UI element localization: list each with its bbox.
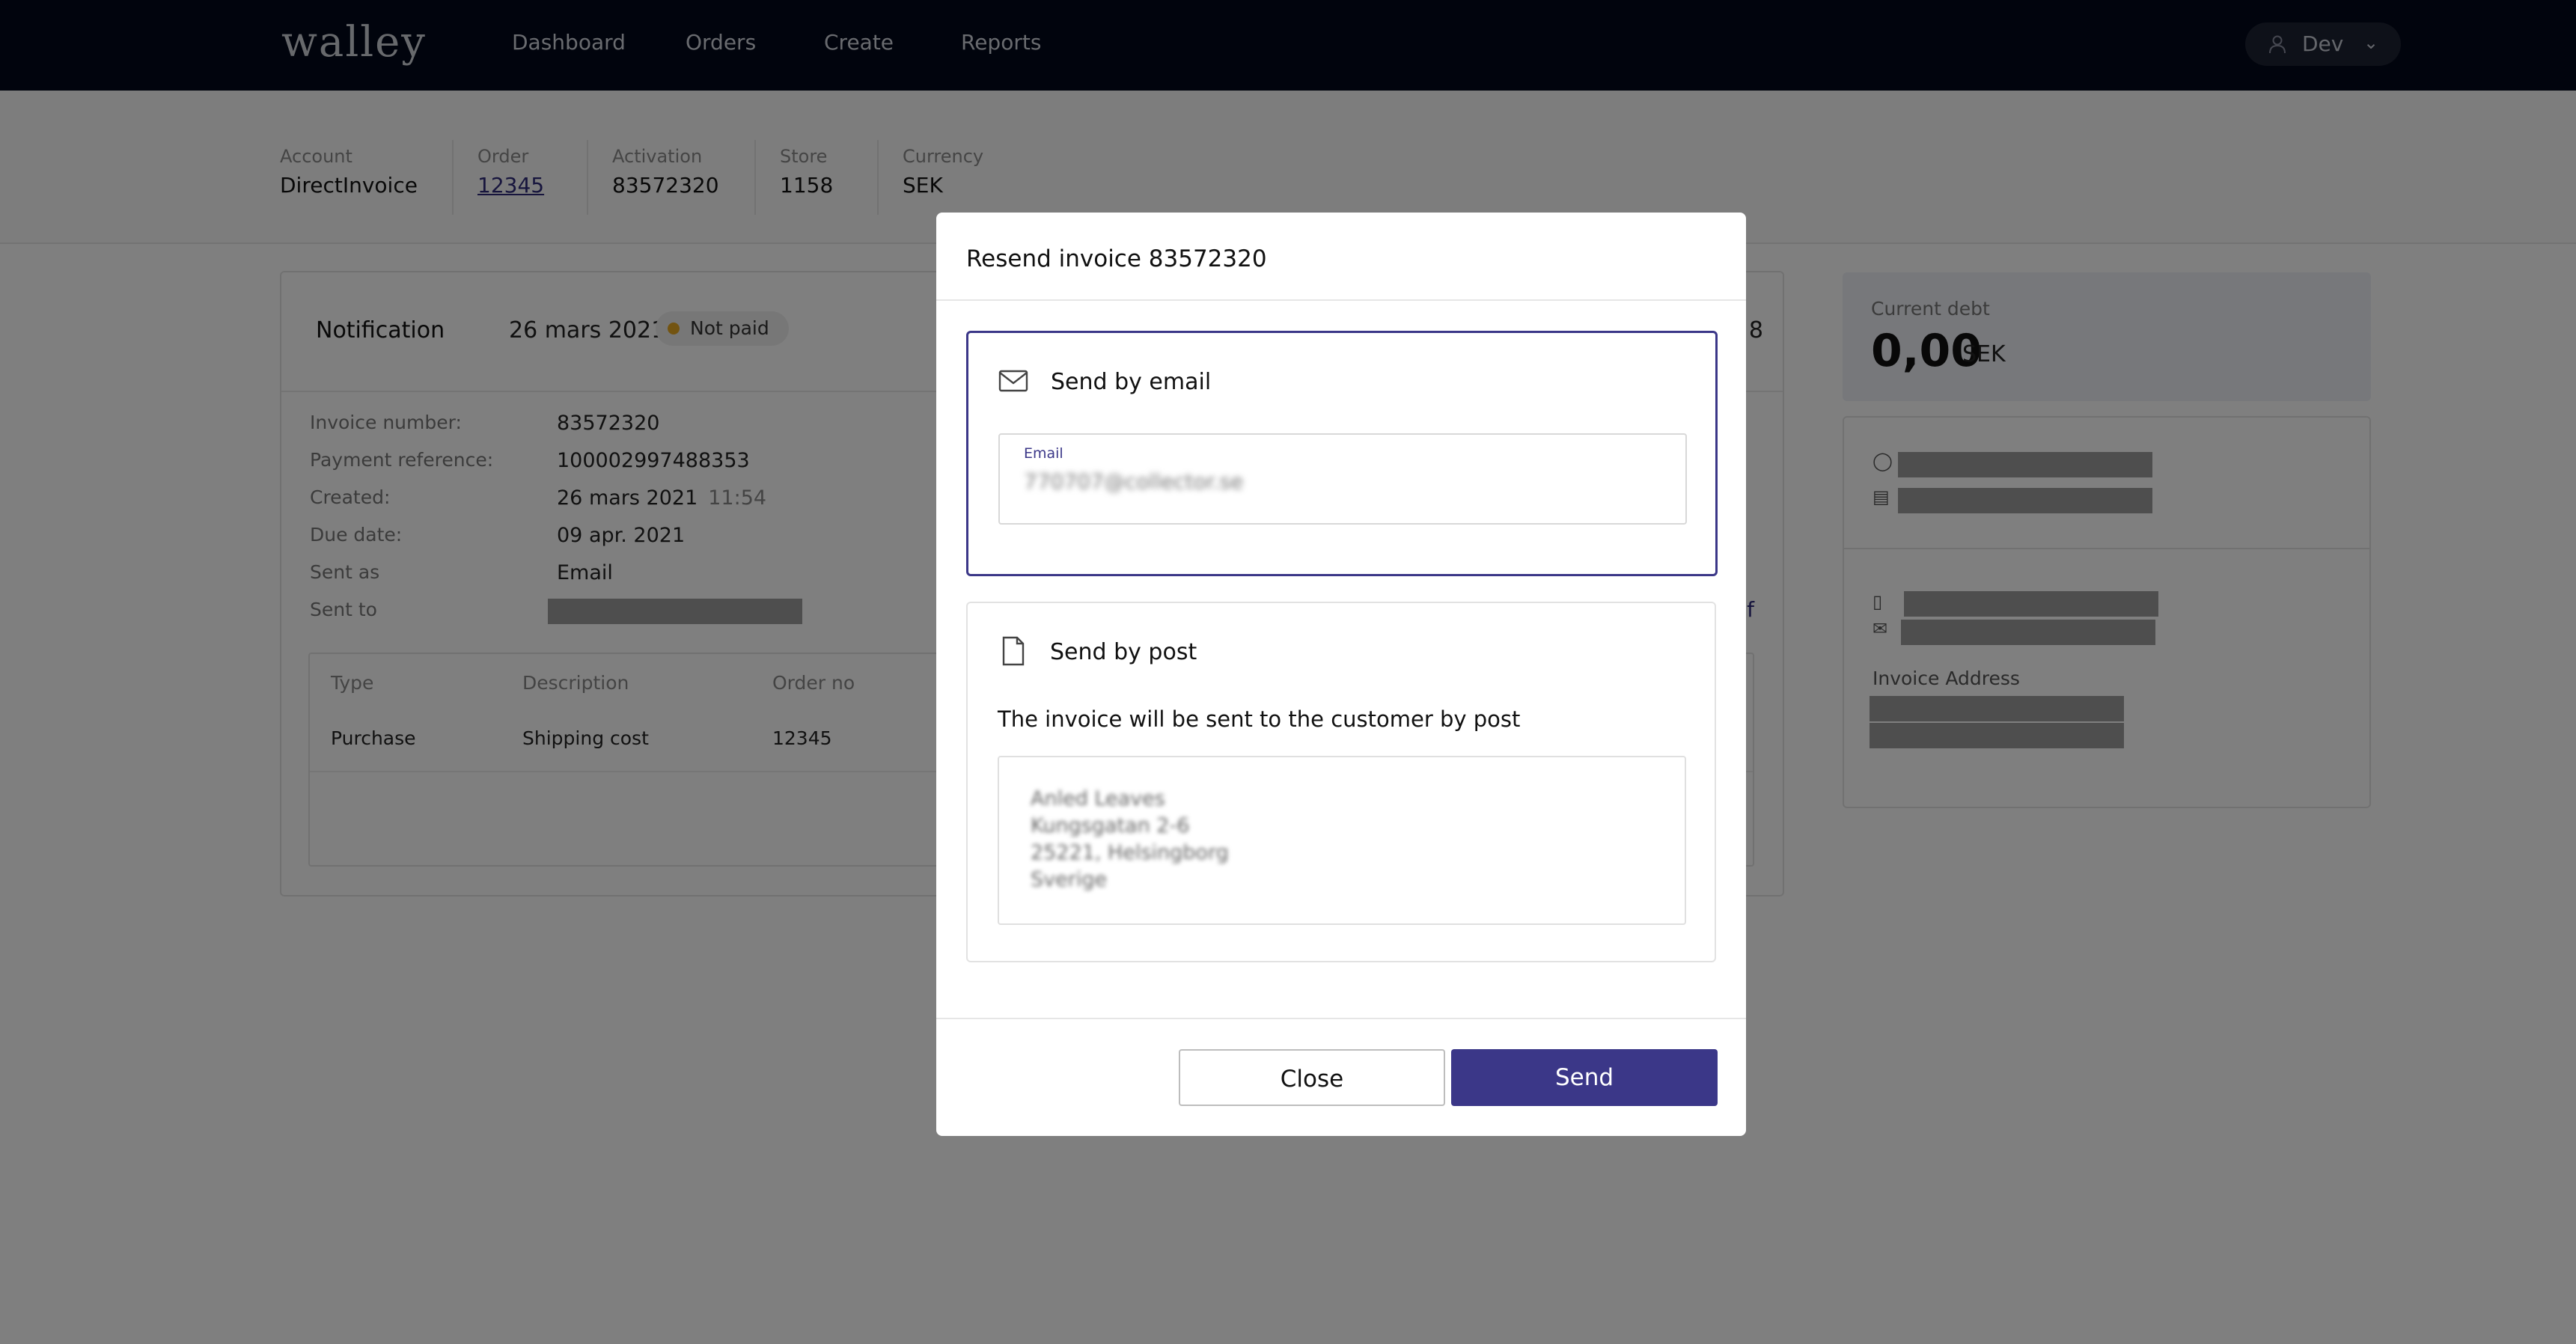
address-line: Sverige xyxy=(1031,868,1108,891)
dialog-title: Resend invoice 83572320 xyxy=(966,245,1267,272)
dialog-footer-divider xyxy=(936,1018,1746,1019)
dialog-header: Resend invoice 83572320 xyxy=(936,213,1746,301)
send-by-post-option[interactable]: Send by post The invoice will be sent to… xyxy=(966,602,1716,962)
send-by-post-description: The invoice will be sent to the customer… xyxy=(998,706,1521,732)
address-line: 25221, Helsingborg xyxy=(1031,841,1229,864)
postal-address-box: Anled Leaves Kungsgatan 2-6 25221, Helsi… xyxy=(998,756,1686,925)
resend-invoice-dialog: Resend invoice 83572320 Send by email Em… xyxy=(936,213,1746,1136)
email-field[interactable]: Email 770707@collector.se xyxy=(998,433,1687,525)
mail-icon xyxy=(998,370,1028,392)
email-field-label: Email xyxy=(1024,445,1063,462)
send-by-email-option[interactable]: Send by email Email 770707@collector.se xyxy=(966,331,1718,576)
send-button[interactable]: Send xyxy=(1451,1049,1718,1106)
address-line: Anled Leaves xyxy=(1031,787,1165,810)
email-field-value: 770707@collector.se xyxy=(1024,469,1244,494)
send-by-post-title: Send by post xyxy=(1050,639,1197,665)
document-icon xyxy=(1002,636,1025,666)
close-button[interactable]: Close xyxy=(1179,1049,1445,1106)
address-line: Kungsgatan 2-6 xyxy=(1031,814,1190,837)
send-by-email-title: Send by email xyxy=(1051,369,1212,395)
